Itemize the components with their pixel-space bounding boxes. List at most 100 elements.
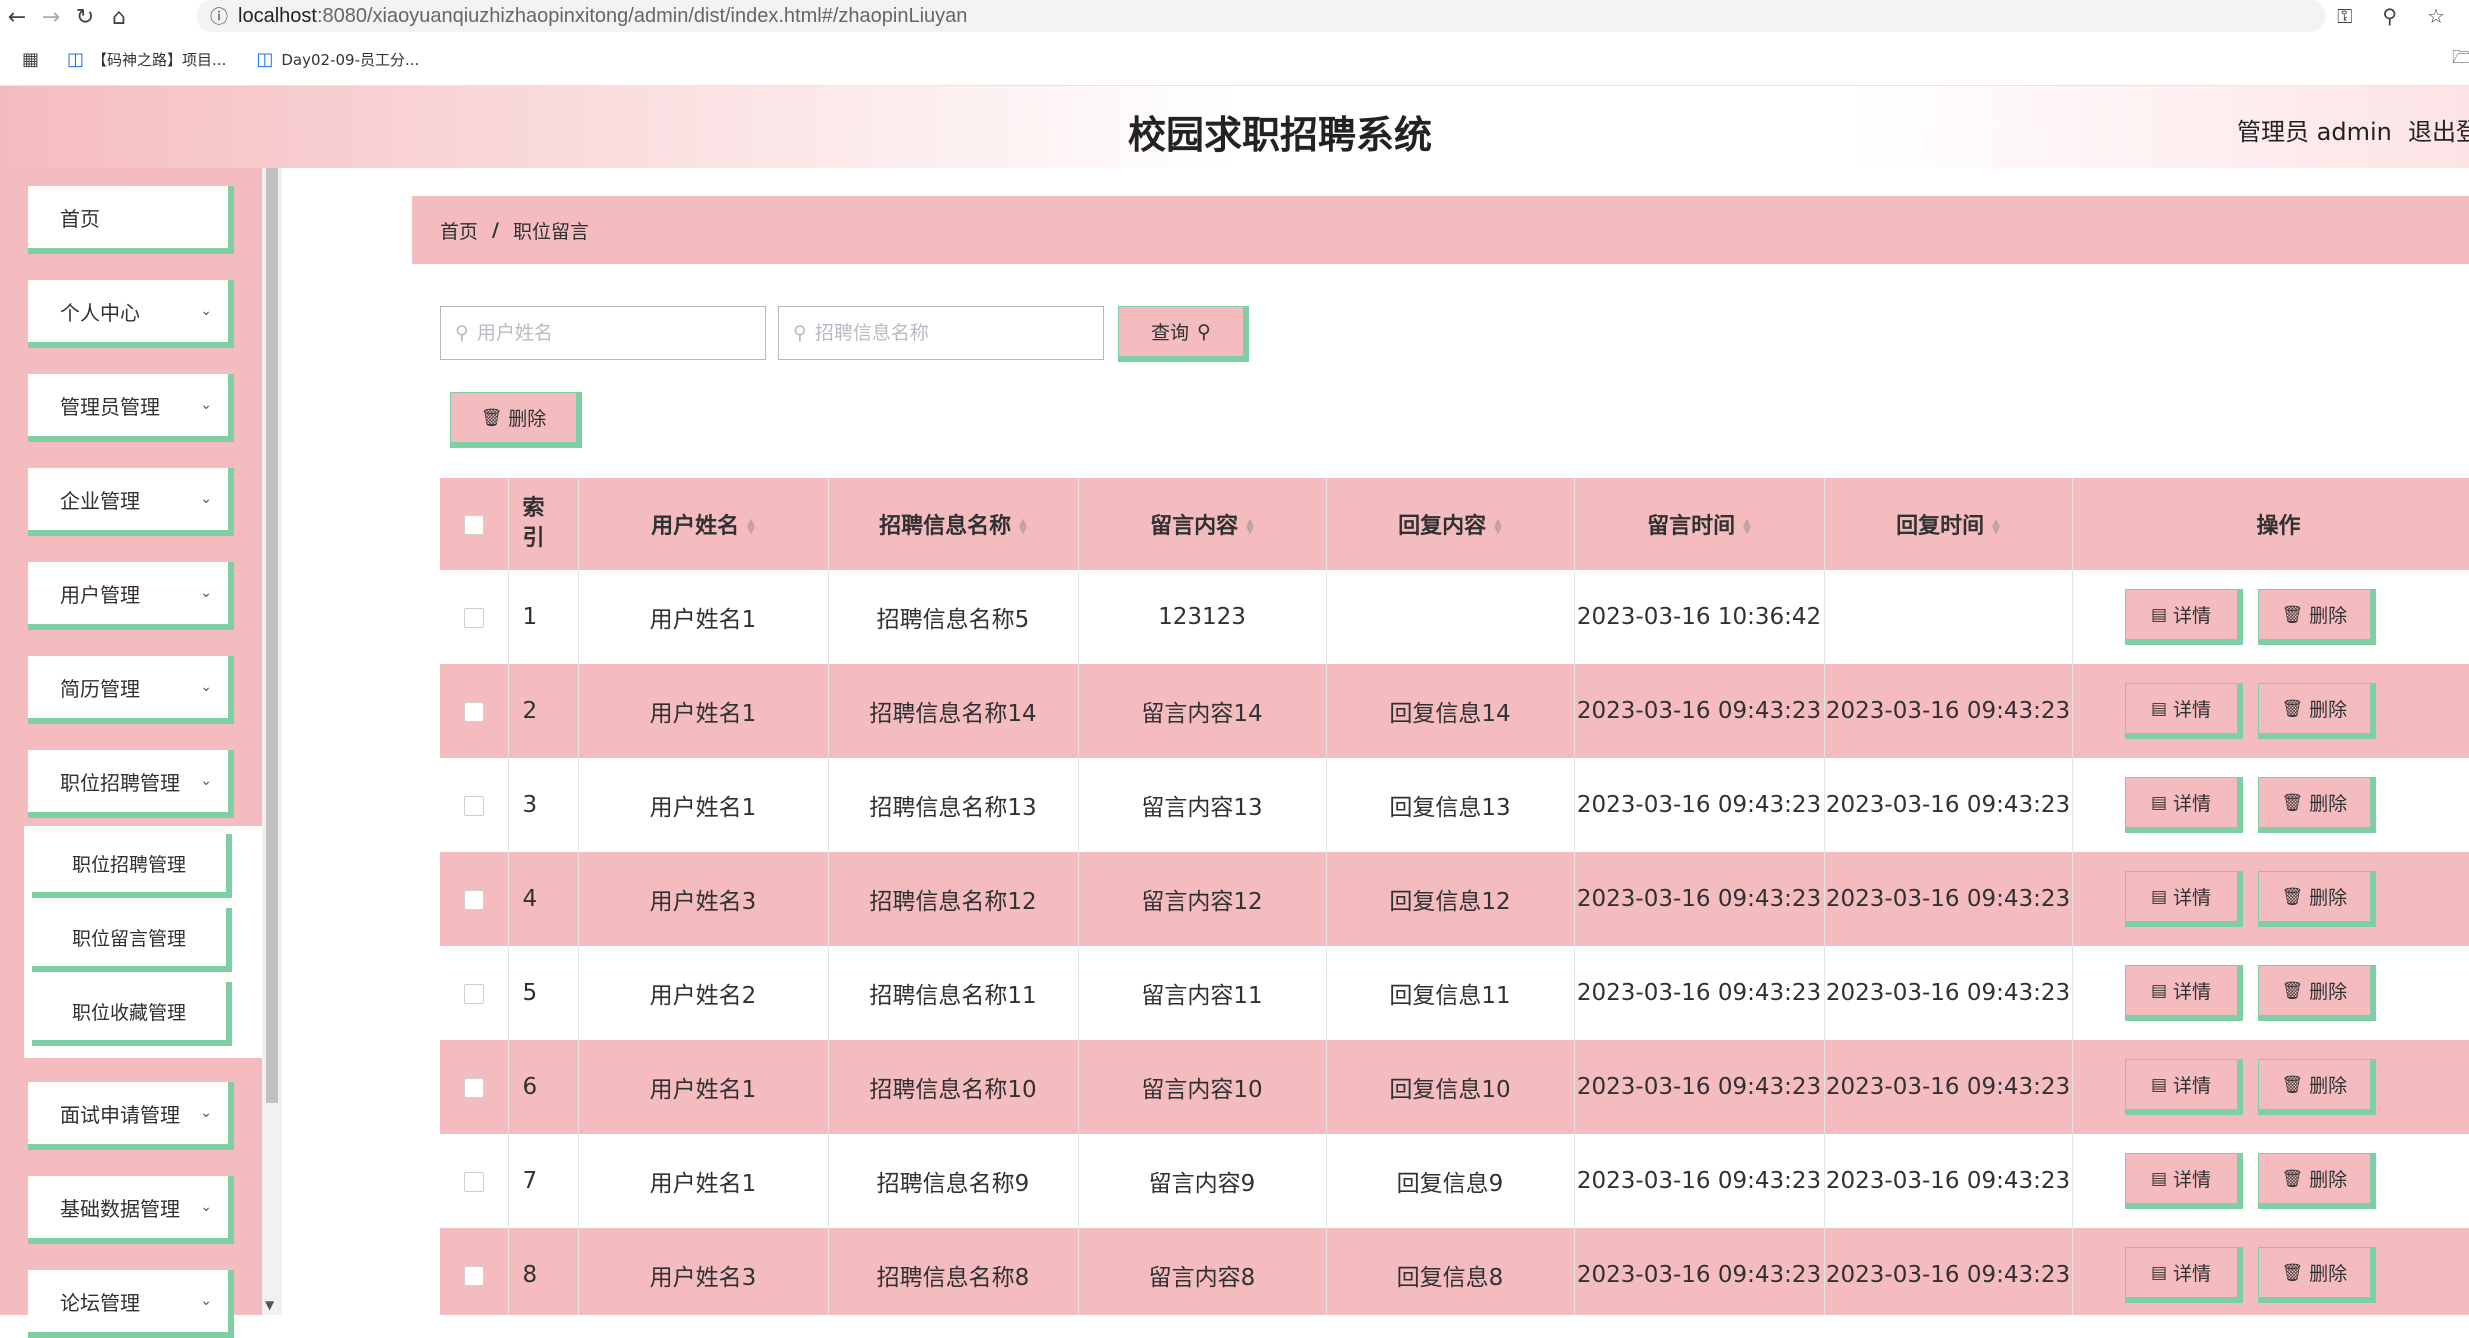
delete-button[interactable]: 🗑 删除 xyxy=(2257,1153,2376,1209)
detail-button[interactable]: ▤ 详情 xyxy=(2124,965,2243,1021)
detail-button[interactable]: ▤ 详情 xyxy=(2124,777,2243,833)
delete-button[interactable]: 🗑 删除 xyxy=(2257,871,2376,927)
document-icon: ▤ xyxy=(2150,792,2168,813)
home-icon[interactable]: ⌂ xyxy=(102,0,136,34)
sort-icon[interactable]: ▲ ▼ xyxy=(1019,518,1027,536)
column-header-message-time[interactable]: 留言时间 ▲ ▼ xyxy=(1574,478,1825,570)
row-checkbox[interactable] xyxy=(463,1171,484,1192)
document-icon: ▤ xyxy=(2150,1074,2168,1095)
sidebar-item-company[interactable]: 企业管理 ⌄ xyxy=(28,468,234,536)
chevron-down-icon: ⌄ xyxy=(200,303,212,319)
sidebar-scrollbar-thumb[interactable] xyxy=(266,168,278,1103)
delete-button[interactable]: 🗑 删除 xyxy=(2257,683,2376,739)
delete-button-label: 删除 xyxy=(2309,699,2348,721)
sidebar-item-label: 面试申请管理 xyxy=(60,1102,180,1127)
site-info-icon[interactable]: ⓘ xyxy=(210,3,228,29)
column-header-reply-time[interactable]: 回复时间 ▲ ▼ xyxy=(1824,478,2073,570)
sidebar-item-forum[interactable]: 论坛管理 ⌄ xyxy=(28,1270,234,1338)
app-title: 校园求职招聘系统 xyxy=(1127,113,1432,157)
zoom-icon[interactable]: ⚲ xyxy=(2382,4,2397,28)
cell-message-time: 2023-03-16 09:43:23 xyxy=(1574,664,1825,758)
job-name-search-input[interactable] xyxy=(814,322,1085,344)
column-header-job[interactable]: 招聘信息名称 ▲ ▼ xyxy=(828,478,1079,570)
document-icon: ▤ xyxy=(2150,1262,2168,1283)
table-row: 4 用户姓名3 招聘信息名称12 留言内容12 回复信息12 2023-03-1… xyxy=(440,852,2469,946)
back-icon[interactable]: ← xyxy=(0,0,34,34)
sidebar-item-users[interactable]: 用户管理 ⌄ xyxy=(28,562,234,630)
detail-button[interactable]: ▤ 详情 xyxy=(2124,683,2243,739)
detail-button[interactable]: ▤ 详情 xyxy=(2124,1247,2243,1303)
cell-message-time: 2023-03-16 09:43:23 xyxy=(1574,946,1825,1040)
breadcrumb-home[interactable]: 首页 xyxy=(440,217,478,244)
sort-icon[interactable]: ▲ ▼ xyxy=(747,518,755,536)
delete-button[interactable]: 🗑 删除 xyxy=(2257,965,2376,1021)
apps-grid-icon[interactable]: ▦ xyxy=(22,49,39,70)
row-checkbox[interactable] xyxy=(463,1265,484,1286)
delete-button[interactable]: 🗑 删除 xyxy=(2257,1059,2376,1115)
cell-operations: ▤ 详情 🗑 删除 xyxy=(2072,852,2469,946)
forward-icon[interactable]: → xyxy=(34,0,68,34)
delete-button-label: 删除 xyxy=(2309,1263,2348,1285)
sidebar-item-profile[interactable]: 个人中心 ⌄ xyxy=(28,280,234,348)
sidebar-item-label: 管理员管理 xyxy=(60,394,160,419)
sort-icon[interactable]: ▲ ▼ xyxy=(1743,518,1751,536)
detail-button[interactable]: ▤ 详情 xyxy=(2124,589,2243,645)
sort-icon[interactable]: ▲ ▼ xyxy=(1246,518,1254,536)
row-checkbox[interactable] xyxy=(463,795,484,816)
chevron-down-icon: ⌄ xyxy=(200,1293,212,1309)
row-checkbox[interactable] xyxy=(463,607,484,628)
cell-reply: 回复信息11 xyxy=(1326,946,1575,1040)
address-bar[interactable]: ⓘ localhost:8080/xiaoyuanqiuzhizhaopinxi… xyxy=(196,0,2326,32)
detail-button-label: 详情 xyxy=(2173,793,2212,815)
reload-icon[interactable]: ↻ xyxy=(68,0,102,34)
trash-icon: 🗑 xyxy=(2281,1168,2304,1189)
column-header-content[interactable]: 留言内容 ▲ ▼ xyxy=(1078,478,1327,570)
user-name-search-field[interactable]: ⚲ xyxy=(440,306,766,360)
submenu-item-job-message[interactable]: 职位留言管理 xyxy=(32,908,232,972)
password-key-icon[interactable]: ⚿ xyxy=(2337,4,2352,28)
bookmark-item[interactable]: ◫ 【码神之路】项目... xyxy=(67,49,226,70)
column-header-reply[interactable]: 回复内容 ▲ ▼ xyxy=(1326,478,1575,570)
detail-button-label: 详情 xyxy=(2173,1263,2212,1285)
row-checkbox[interactable] xyxy=(463,701,484,722)
sidebar-item-home[interactable]: 首页 xyxy=(28,186,234,254)
document-icon: ▤ xyxy=(2150,698,2168,719)
sort-icon[interactable]: ▲ ▼ xyxy=(1494,518,1502,536)
submenu-item-job-recruit[interactable]: 职位招聘管理 xyxy=(32,834,232,898)
row-checkbox[interactable] xyxy=(463,889,484,910)
logout-link[interactable]: 退出登录 xyxy=(2408,112,2469,147)
folder-icon[interactable]: 🗁 xyxy=(2452,45,2469,75)
delete-button[interactable]: 🗑 删除 xyxy=(2257,1247,2376,1303)
column-header-index: 索引 xyxy=(508,478,579,570)
bookmark-item[interactable]: ◫ Day02-09-员工分... xyxy=(256,49,419,70)
breadcrumb-current: 职位留言 xyxy=(512,220,589,243)
query-button[interactable]: 查询 ⚲ xyxy=(1118,306,1249,362)
sidebar-item-resume[interactable]: 简历管理 ⌄ xyxy=(28,656,234,724)
submenu-item-job-favorite[interactable]: 职位收藏管理 xyxy=(32,982,232,1046)
job-name-search-field[interactable]: ⚲ xyxy=(778,306,1104,360)
sidebar-item-admin[interactable]: 管理员管理 ⌄ xyxy=(28,374,234,442)
chevron-down-icon: ⌄ xyxy=(200,1105,212,1121)
select-all-checkbox[interactable] xyxy=(463,514,484,535)
cell-operations: ▤ 详情 🗑 删除 xyxy=(2072,1040,2469,1134)
column-header-user[interactable]: 用户姓名 ▲ ▼ xyxy=(578,478,829,570)
sort-icon[interactable]: ▲ ▼ xyxy=(1992,518,2000,536)
detail-button[interactable]: ▤ 详情 xyxy=(2124,1059,2243,1115)
table-row: 7 用户姓名1 招聘信息名称9 留言内容9 回复信息9 2023-03-16 0… xyxy=(440,1134,2469,1228)
user-name-search-input[interactable] xyxy=(476,322,747,344)
sidebar-item-job-recruit[interactable]: 职位招聘管理 ⌄ xyxy=(28,750,234,818)
sidebar-item-interview[interactable]: 面试申请管理 ⌄ xyxy=(28,1082,234,1150)
sidebar-item-base-data[interactable]: 基础数据管理 ⌄ xyxy=(28,1176,234,1244)
batch-delete-button[interactable]: 🗑 删除 xyxy=(450,392,582,448)
browser-toolbar: ← → ↻ ⌂ ⓘ localhost:8080/xiaoyuanqiuzhiz… xyxy=(0,0,2469,34)
bookmark-star-icon[interactable]: ☆ xyxy=(2427,4,2445,28)
sidebar-item-label: 用户管理 xyxy=(60,582,140,607)
row-checkbox[interactable] xyxy=(463,983,484,1004)
scroll-down-arrow-icon[interactable]: ▼ xyxy=(265,1298,274,1312)
detail-button[interactable]: ▤ 详情 xyxy=(2124,871,2243,927)
delete-button[interactable]: 🗑 删除 xyxy=(2257,589,2376,645)
detail-button[interactable]: ▤ 详情 xyxy=(2124,1153,2243,1209)
cell-operations: ▤ 详情 🗑 删除 xyxy=(2072,570,2469,664)
row-checkbox[interactable] xyxy=(463,1077,484,1098)
delete-button[interactable]: 🗑 删除 xyxy=(2257,777,2376,833)
